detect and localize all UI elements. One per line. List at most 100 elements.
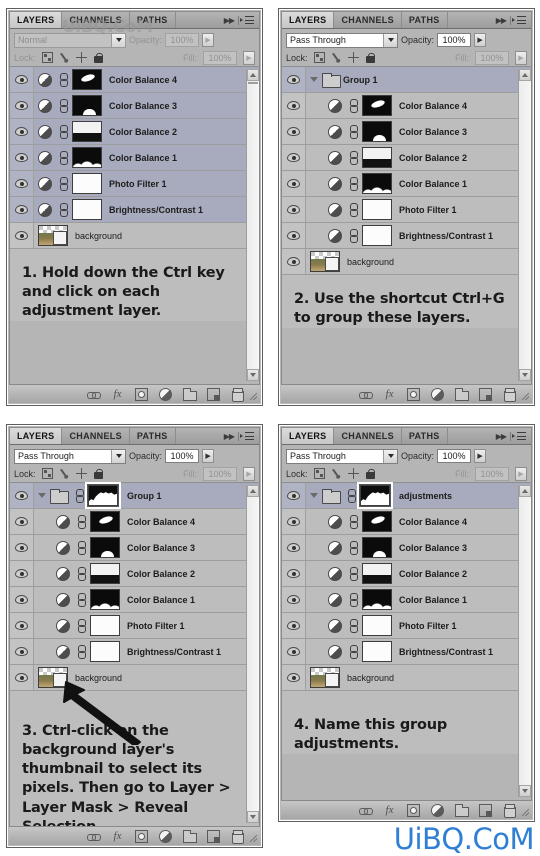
fx-icon[interactable]: fx — [111, 388, 124, 401]
tab-layers[interactable]: LAYERS — [282, 12, 335, 28]
layer-mask-thumbnail[interactable] — [90, 641, 120, 662]
mask-link-icon[interactable] — [77, 540, 86, 555]
lock-image-icon[interactable] — [56, 466, 71, 481]
resize-grip[interactable] — [250, 393, 257, 400]
adjustment-layer-icon[interactable] — [328, 176, 342, 191]
new-layer-icon[interactable] — [479, 387, 492, 401]
layer-mask-thumbnail[interactable] — [72, 173, 102, 194]
background-layer-thumbnail[interactable] — [38, 225, 68, 246]
layer-mask-thumbnail[interactable] — [362, 95, 392, 116]
tab-layers[interactable]: LAYERS — [10, 12, 63, 28]
adjustment-layer-icon[interactable] — [38, 98, 52, 113]
lock-transparency-icon[interactable] — [313, 52, 325, 63]
mask-link-icon[interactable] — [59, 72, 68, 87]
background-layer-thumbnail[interactable] — [38, 667, 68, 688]
layer-list[interactable]: Group 1 Color Balance 4 Color Balance 3 Col… — [282, 67, 531, 280]
mask-link-icon[interactable] — [77, 592, 86, 607]
layer-visibility-toggle[interactable] — [10, 561, 34, 586]
layer-mask-thumbnail[interactable] — [362, 199, 392, 220]
collapse-icon[interactable]: ▶▶ — [224, 16, 235, 25]
layer-mask-thumbnail[interactable] — [72, 147, 102, 168]
fill-stepper-icon[interactable]: ▶ — [243, 50, 255, 65]
adjustment-layer-icon[interactable] — [328, 228, 342, 243]
mask-link-icon[interactable] — [349, 644, 358, 659]
layer-row[interactable]: Color Balance 3 — [282, 119, 531, 145]
layer-mask-icon[interactable] — [135, 829, 148, 843]
adjustment-layer-icon[interactable] — [38, 176, 52, 191]
layer-visibility-toggle[interactable] — [10, 145, 34, 170]
layer-row[interactable]: Color Balance 4 — [10, 67, 259, 93]
new-layer-icon[interactable] — [479, 803, 492, 817]
layer-visibility-toggle[interactable] — [10, 613, 34, 638]
layer-row[interactable]: Color Balance 1 — [10, 145, 259, 171]
mask-link-icon[interactable] — [349, 98, 358, 113]
layer-mask-thumbnail[interactable] — [357, 482, 393, 509]
layer-visibility-toggle[interactable] — [282, 561, 306, 586]
layer-row[interactable]: Color Balance 4 — [10, 509, 259, 535]
layer-row[interactable]: adjustments — [282, 482, 531, 509]
lock-position-icon[interactable] — [75, 52, 87, 63]
link-icon[interactable] — [359, 804, 373, 817]
mask-link-icon[interactable] — [349, 202, 358, 217]
layer-row[interactable]: Color Balance 4 — [282, 509, 531, 535]
layer-visibility-toggle[interactable] — [282, 483, 306, 508]
resize-grip[interactable] — [250, 835, 257, 842]
adjustment-layer-icon[interactable] — [56, 514, 70, 529]
layer-visibility-toggle[interactable] — [10, 639, 34, 664]
layer-visibility-toggle[interactable] — [282, 249, 306, 274]
mask-link-icon[interactable] — [77, 566, 86, 581]
trash-icon[interactable] — [231, 387, 244, 402]
layer-mask-thumbnail[interactable] — [90, 537, 120, 558]
group-disclosure-triangle-icon[interactable] — [38, 493, 46, 498]
layer-visibility-toggle[interactable] — [10, 665, 34, 690]
scroll-up-icon[interactable] — [519, 69, 531, 81]
tab-paths[interactable]: PATHS — [401, 428, 448, 444]
adjustment-layer-icon[interactable] — [38, 150, 52, 165]
collapse-icon[interactable]: ▶▶ — [224, 432, 235, 441]
lock-all-icon[interactable] — [93, 52, 104, 63]
layer-row[interactable]: Photo Filter 1 — [10, 171, 259, 197]
layer-row[interactable]: Color Balance 1 — [282, 587, 531, 613]
scroll-down-icon[interactable] — [519, 785, 531, 797]
tab-layers[interactable]: LAYERS — [10, 428, 63, 444]
layer-visibility-toggle[interactable] — [282, 93, 306, 118]
layer-row[interactable]: Brightness/Contrast 1 — [10, 639, 259, 665]
adjustment-icon[interactable] — [431, 803, 444, 817]
layer-row[interactable]: background — [10, 223, 259, 249]
adjustment-layer-icon[interactable] — [328, 98, 342, 113]
layer-mask-thumbnail[interactable] — [362, 121, 392, 142]
layer-visibility-toggle[interactable] — [10, 223, 34, 248]
mask-link-icon[interactable] — [349, 228, 358, 243]
scroll-down-icon[interactable] — [519, 369, 531, 381]
new-group-icon[interactable] — [455, 388, 469, 401]
adjustment-layer-icon[interactable] — [56, 566, 70, 581]
blend-mode-select[interactable]: Normal — [14, 32, 126, 48]
opacity-input[interactable]: 100% — [437, 449, 472, 463]
mask-link-icon[interactable] — [349, 618, 358, 633]
layer-visibility-toggle[interactable] — [10, 67, 34, 92]
tab-channels[interactable]: CHANNELS — [62, 12, 130, 28]
layer-row[interactable]: Photo Filter 1 — [282, 197, 531, 223]
scroll-up-icon[interactable] — [247, 485, 259, 497]
layer-row[interactable]: Color Balance 1 — [282, 171, 531, 197]
adjustment-layer-icon[interactable] — [56, 592, 70, 607]
lock-all-icon[interactable] — [365, 52, 376, 63]
blend-mode-chevron-down-icon[interactable] — [383, 33, 397, 47]
trash-icon[interactable] — [231, 829, 244, 844]
layer-mask-thumbnail[interactable] — [72, 69, 102, 90]
scroll-up-icon[interactable] — [519, 485, 531, 497]
scroll-down-icon[interactable] — [247, 369, 259, 381]
fill-stepper-icon[interactable]: ▶ — [515, 50, 527, 65]
vertical-scrollbar[interactable] — [518, 69, 531, 381]
group-disclosure-triangle-icon[interactable] — [310, 493, 318, 498]
layer-row[interactable]: Color Balance 1 — [10, 587, 259, 613]
blend-mode-chevron-down-icon[interactable] — [111, 449, 125, 463]
layer-mask-thumbnail[interactable] — [72, 121, 102, 142]
adjustment-layer-icon[interactable] — [328, 618, 342, 633]
resize-grip[interactable] — [522, 393, 529, 400]
tab-paths[interactable]: PATHS — [129, 12, 176, 28]
layer-row[interactable]: Color Balance 4 — [282, 93, 531, 119]
mask-link-icon[interactable] — [77, 514, 86, 529]
layer-mask-thumbnail[interactable] — [90, 511, 120, 532]
layer-mask-icon[interactable] — [407, 803, 420, 817]
